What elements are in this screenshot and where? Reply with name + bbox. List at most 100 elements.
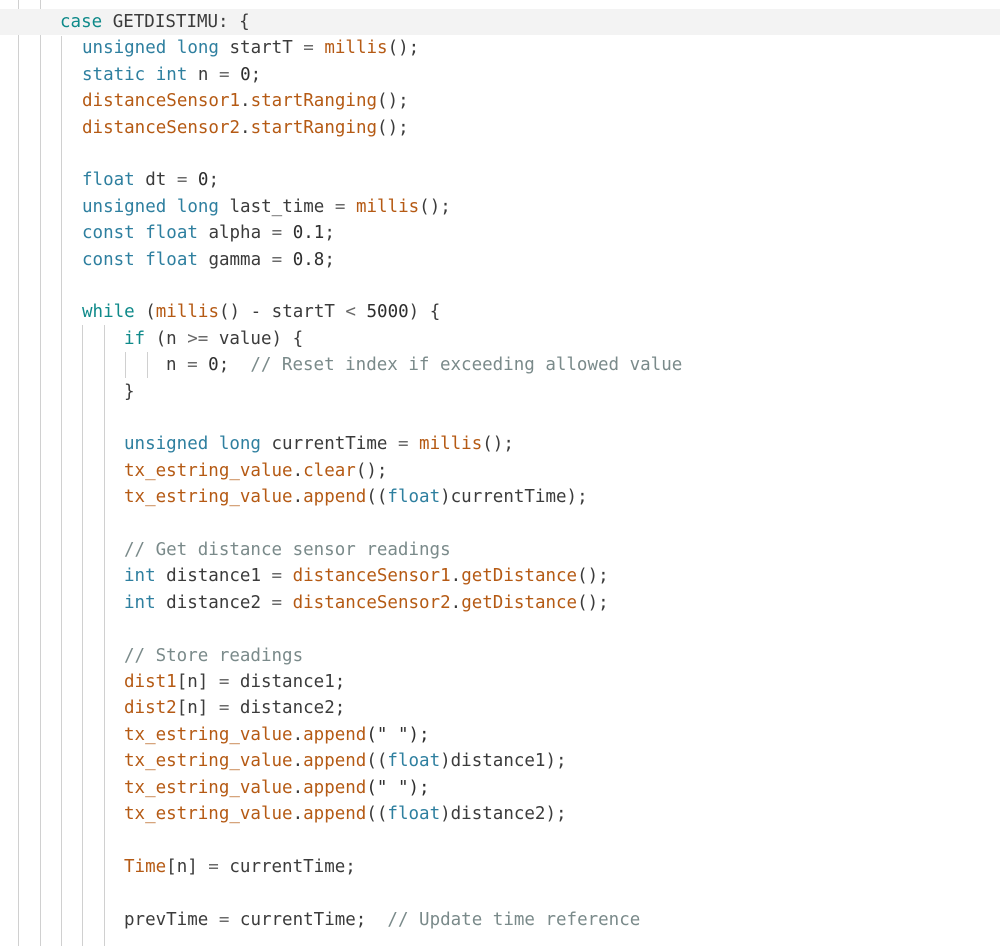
code-line[interactable] — [0, 141, 1000, 167]
code-line[interactable] — [0, 616, 1000, 642]
code-line[interactable]: int distance2 = distanceSensor2.getDista… — [0, 590, 1000, 616]
code-token: float — [387, 804, 441, 824]
code-line[interactable] — [0, 511, 1000, 537]
code-token: . — [292, 487, 304, 508]
code-line[interactable]: unsigned long last_time = millis(); — [0, 194, 1000, 220]
code-token: distance1; — [239, 672, 346, 692]
code-token: tx_estring_value — [124, 724, 293, 745]
code-token: // Store readings — [124, 645, 304, 666]
code-line[interactable]: int distance1 = distanceSensor1.getDista… — [0, 563, 1000, 589]
code-token: . — [292, 751, 304, 772]
code-token: float — [145, 249, 209, 270]
code-token: ; — [324, 223, 335, 244]
code-token: ( — [145, 302, 156, 323]
code-line[interactable] — [0, 405, 1000, 431]
code-token: long — [176, 38, 230, 59]
code-token: (); — [355, 460, 388, 481]
code-line[interactable]: while (millis() - startT < 5000) { — [0, 299, 1000, 325]
code-line[interactable]: tx_estring_value.append((float)distance2… — [0, 801, 1000, 827]
code-token: unsigned — [82, 196, 177, 217]
code-token: append — [303, 777, 367, 798]
code-token: < — [334, 302, 367, 323]
code-token: . — [292, 804, 304, 824]
code-editor[interactable]: case GETDISTIMU: {unsigned long startT =… — [0, 0, 1000, 946]
code-token: distanceSensor1 — [82, 91, 241, 112]
code-line[interactable]: prevTime = currentTime; // Update time r… — [0, 907, 1000, 933]
code-line[interactable]: float dt = 0; — [0, 167, 1000, 193]
code-token: = — [208, 672, 240, 692]
code-token: millis — [419, 434, 483, 455]
code-token: if — [124, 328, 156, 349]
code-token: currentTime — [271, 434, 388, 455]
code-token: = — [166, 170, 198, 191]
code-token: int — [124, 592, 167, 613]
code-line[interactable] — [0, 827, 1000, 853]
code-token: tx_estring_value — [124, 777, 293, 798]
code-line[interactable]: // Store readings — [0, 643, 1000, 669]
code-token: (( — [366, 487, 388, 508]
code-line[interactable]: Time[n] = currentTime; — [0, 854, 1000, 880]
code-token: value) { — [218, 328, 304, 349]
code-line[interactable]: case GETDISTIMU: { — [0, 9, 1000, 36]
code-token: (n — [155, 328, 188, 349]
code-token: 0 — [208, 355, 219, 376]
code-token: = — [261, 223, 293, 244]
code-line[interactable] — [0, 880, 1000, 906]
code-token: static — [82, 64, 156, 85]
code-token: = — [197, 856, 230, 877]
code-token: unsigned — [124, 434, 219, 455]
code-token: (); — [377, 91, 409, 112]
code-token: = — [260, 592, 293, 613]
code-token: tx_estring_value — [124, 804, 293, 824]
code-token: = — [208, 909, 240, 930]
code-token: dist2 — [124, 698, 177, 719]
code-token: n — [197, 64, 209, 85]
code-token: tx_estring_value — [124, 487, 293, 508]
code-line[interactable]: // Get distance sensor readings — [0, 537, 1000, 563]
code-token: distanceSensor1 — [292, 566, 451, 587]
code-line[interactable]: distanceSensor2.startRanging(); — [0, 115, 1000, 141]
code-token: distance2 — [166, 592, 261, 613]
code-token: } — [124, 381, 135, 402]
code-line[interactable]: static int n = 0; — [0, 62, 1000, 88]
code-token: )distance2); — [440, 804, 567, 824]
code-token: ; — [250, 64, 262, 85]
code-line[interactable]: unsigned long startT = millis(); — [0, 35, 1000, 61]
code-token: millis — [324, 38, 388, 59]
code-line[interactable]: tx_estring_value.append((float)currentTi… — [0, 484, 1000, 510]
code-line[interactable]: n = 0; // Reset index if exceeding allow… — [0, 352, 1000, 378]
code-line[interactable]: tx_estring_value.append(" "); — [0, 722, 1000, 748]
code-token: dt — [145, 170, 167, 191]
code-token: (" "); — [366, 724, 430, 745]
code-line[interactable]: const float gamma = 0.8; — [0, 247, 1000, 273]
code-token: ) { — [408, 302, 441, 323]
code-line[interactable]: tx_estring_value.append(" "); — [0, 775, 1000, 801]
code-token: (); — [577, 592, 609, 613]
code-token: float — [387, 487, 441, 508]
code-token: distance2; — [239, 698, 346, 719]
code-line[interactable]: dist2[n] = distance2; — [0, 695, 1000, 721]
code-line[interactable] — [0, 273, 1000, 299]
code-token: = — [387, 434, 420, 455]
code-line[interactable]: tx_estring_value.clear(); — [0, 458, 1000, 484]
code-token: [n] — [176, 698, 209, 719]
code-line[interactable]: tx_estring_value.append((float)distance1… — [0, 748, 1000, 774]
code-token: const — [82, 249, 146, 270]
code-token: while — [82, 302, 146, 323]
code-line[interactable]: unsigned long currentTime = millis(); — [0, 431, 1000, 457]
code-token: (( — [366, 751, 388, 772]
code-token: ; — [324, 249, 335, 270]
code-token: (); — [419, 196, 451, 217]
code-line[interactable]: if (n >= value) { — [0, 326, 1000, 352]
code-token: )distance1); — [440, 751, 567, 772]
code-token: = — [176, 355, 209, 376]
code-token: float — [82, 170, 146, 191]
code-line[interactable]: } — [0, 379, 1000, 405]
code-token: . — [450, 566, 462, 587]
code-line[interactable]: distanceSensor1.startRanging(); — [0, 88, 1000, 114]
code-token: // Update time reference — [387, 909, 641, 930]
code-token: distanceSensor2 — [292, 592, 451, 613]
code-line[interactable]: const float alpha = 0.1; — [0, 220, 1000, 246]
code-line[interactable]: dist1[n] = distance1; — [0, 669, 1000, 695]
code-token: int — [124, 566, 167, 587]
